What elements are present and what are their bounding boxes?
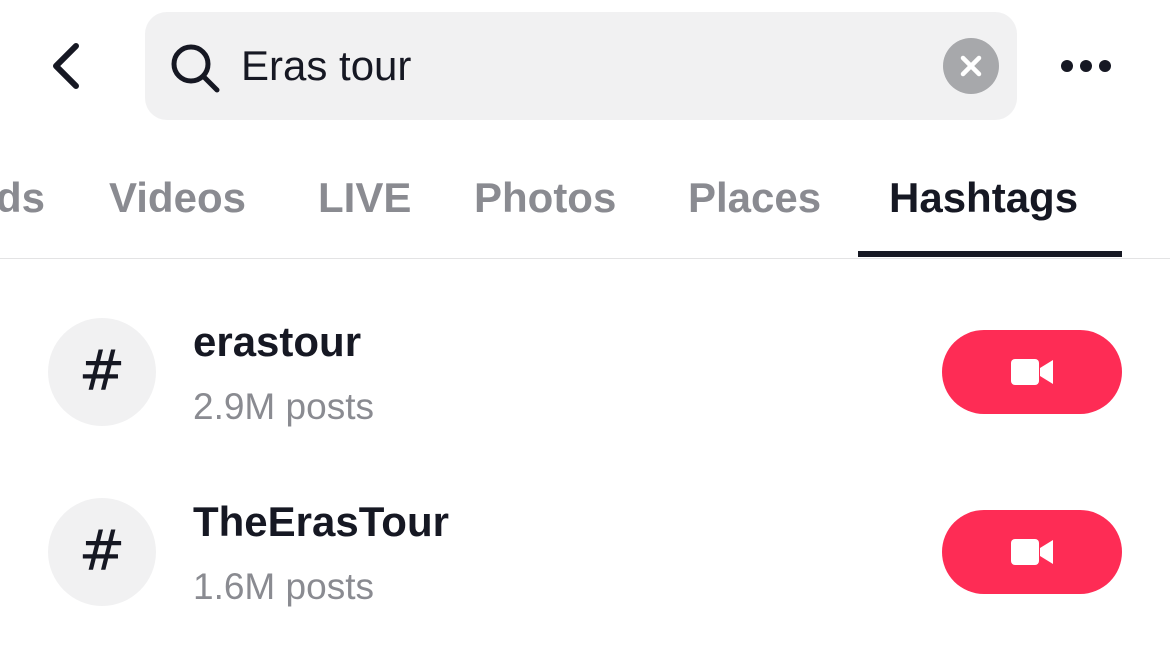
ellipsis-icon bbox=[1061, 60, 1111, 72]
active-tab-indicator bbox=[858, 251, 1122, 257]
search-bar[interactable] bbox=[145, 12, 1017, 120]
hashtag-result-row[interactable]: # TheErasTour 1.6M posts bbox=[0, 480, 1170, 630]
tab-live[interactable]: LIVE bbox=[318, 172, 411, 224]
search-icon bbox=[171, 44, 220, 93]
hash-icon: # bbox=[78, 519, 126, 584]
record-video-button[interactable] bbox=[942, 330, 1122, 414]
back-button[interactable] bbox=[36, 30, 96, 102]
search-input[interactable] bbox=[241, 34, 921, 98]
clear-search-button[interactable] bbox=[943, 38, 999, 94]
tab-places[interactable]: Places bbox=[688, 172, 821, 224]
hashtag-post-count: 2.9M posts bbox=[193, 386, 374, 427]
video-camera-icon bbox=[1011, 539, 1053, 565]
chevron-left-icon bbox=[53, 43, 79, 89]
hashtag-post-count: 1.6M posts bbox=[193, 566, 374, 607]
close-icon bbox=[960, 55, 982, 77]
hashtag-result-row[interactable]: # erastour 2.9M posts bbox=[0, 300, 1170, 450]
hashtag-title: erastour bbox=[193, 318, 362, 365]
tab-photos[interactable]: Photos bbox=[474, 172, 616, 224]
hashtag-avatar: # bbox=[48, 498, 156, 606]
more-options-button[interactable] bbox=[1050, 40, 1122, 92]
search-category-tabs: ds Videos LIVE Photos Places Hashtags bbox=[0, 150, 1170, 259]
tab-accounts[interactable]: ds bbox=[0, 172, 45, 224]
tab-hashtags[interactable]: Hashtags bbox=[889, 172, 1078, 224]
hashtag-avatar: # bbox=[48, 318, 156, 426]
video-camera-icon bbox=[1011, 359, 1053, 385]
hashtag-title: TheErasTour bbox=[193, 498, 449, 545]
search-results-screen: ds Videos LIVE Photos Places Hashtags # … bbox=[0, 0, 1170, 670]
hash-icon: # bbox=[78, 339, 126, 404]
record-video-button[interactable] bbox=[942, 510, 1122, 594]
tab-videos[interactable]: Videos bbox=[109, 172, 246, 224]
